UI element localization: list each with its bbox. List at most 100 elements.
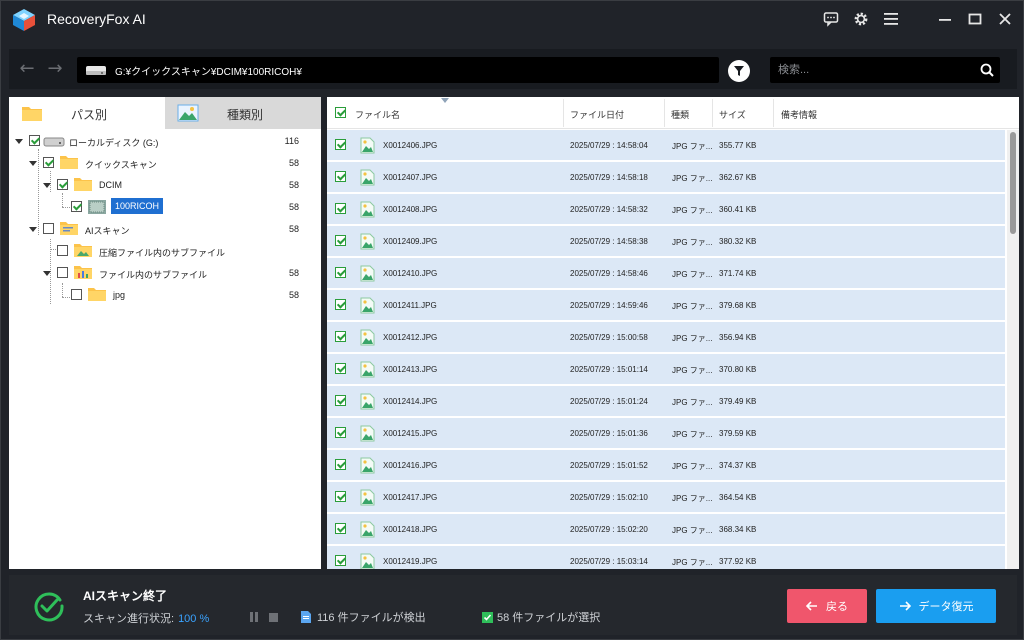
table-row[interactable]: X0012408.JPG 2025/07/29 : 14:58:32 JPG ファ.…: [327, 194, 1005, 225]
scan-complete-title: AIスキャン終了: [83, 589, 168, 603]
tree-checkbox[interactable]: [57, 267, 68, 278]
row-checkbox[interactable]: [335, 235, 346, 246]
tree-item-quick-scan[interactable]: クイックスキャン 58: [9, 153, 321, 173]
file-size: 362.67 KB: [719, 173, 757, 182]
file-size: 379.59 KB: [719, 429, 757, 438]
expand-arrow-icon[interactable]: [29, 227, 37, 232]
expand-arrow-icon[interactable]: [29, 161, 37, 166]
tree-checkbox[interactable]: [43, 223, 54, 234]
row-checkbox[interactable]: [335, 299, 346, 310]
tree-item-dcim[interactable]: DCIM 58: [9, 175, 321, 195]
row-checkbox[interactable]: [335, 203, 346, 214]
row-checkbox[interactable]: [335, 523, 346, 534]
tree-item-in-file-subfiles[interactable]: ファイル内のサブファイル 58: [9, 263, 321, 283]
row-checkbox[interactable]: [335, 427, 346, 438]
tab-by-path[interactable]: パス別: [9, 97, 165, 129]
file-date: 2025/07/29 : 14:59:46: [570, 301, 648, 310]
file-type: JPG ファ...: [672, 142, 713, 151]
tree-checkbox[interactable]: [57, 245, 68, 256]
tab-by-type[interactable]: 種類別: [165, 97, 321, 129]
table-row[interactable]: X0012413.JPG 2025/07/29 : 15:01:14 JPG ファ.…: [327, 354, 1005, 385]
filter-button[interactable]: [728, 60, 750, 82]
file-type: JPG ファ...: [672, 206, 713, 215]
title-bar: RecoveryFox AI: [1, 1, 1023, 39]
table-row[interactable]: X0012415.JPG 2025/07/29 : 15:01:36 JPG ファ.…: [327, 418, 1005, 449]
table-row[interactable]: X0012411.JPG 2025/07/29 : 14:59:46 JPG ファ.…: [327, 290, 1005, 321]
back-arrow-icon[interactable]: ←: [17, 59, 37, 79]
header-name[interactable]: ファイル名: [355, 108, 400, 121]
minimize-icon[interactable]: [935, 9, 955, 29]
row-checkbox[interactable]: [335, 395, 346, 406]
header-date[interactable]: ファイル日付: [570, 108, 624, 121]
search-button[interactable]: [974, 57, 1000, 83]
file-date: 2025/07/29 : 14:58:46: [570, 269, 648, 278]
feedback-icon[interactable]: [821, 9, 841, 29]
app-title: RecoveryFox AI: [47, 11, 146, 27]
tree-item-ai-scan[interactable]: AIスキャン 58: [9, 219, 321, 239]
tree-item-jpg[interactable]: jpg 58: [9, 285, 321, 305]
row-checkbox[interactable]: [335, 491, 346, 502]
path-bar[interactable]: G:¥クイックスキャン¥DCIM¥100RICOH¥: [77, 57, 719, 83]
folder-icon: [60, 222, 78, 235]
file-name: X0012412.JPG: [383, 333, 438, 342]
file-name: X0012410.JPG: [383, 269, 438, 278]
search-input[interactable]: [770, 57, 975, 83]
file-name: X0012406.JPG: [383, 141, 438, 150]
header-size[interactable]: サイズ: [719, 108, 746, 121]
menu-icon[interactable]: [881, 9, 901, 29]
expand-arrow-icon[interactable]: [15, 139, 23, 144]
header-note[interactable]: 備考情報: [781, 108, 817, 121]
folder-icon: [74, 266, 92, 279]
expand-arrow-icon[interactable]: [43, 271, 51, 276]
files-found: 116 件ファイルが検出: [301, 609, 426, 625]
table-row[interactable]: X0012409.JPG 2025/07/29 : 14:58:38 JPG ファ.…: [327, 226, 1005, 257]
check-circle-icon: [34, 592, 64, 622]
forward-arrow-icon[interactable]: →: [45, 59, 65, 79]
header-type[interactable]: 種類: [671, 108, 689, 121]
tree-item-100ricoh[interactable]: 100RICOH 58: [9, 197, 321, 217]
table-row[interactable]: X0012417.JPG 2025/07/29 : 15:02:10 JPG ファ.…: [327, 482, 1005, 513]
table-row[interactable]: X0012407.JPG 2025/07/29 : 14:58:18 JPG ファ.…: [327, 162, 1005, 193]
tree-checkbox[interactable]: [71, 289, 82, 300]
file-date: 2025/07/29 : 15:02:10: [570, 493, 648, 502]
table-row[interactable]: X0012406.JPG 2025/07/29 : 14:58:04 JPG ファ.…: [327, 130, 1005, 161]
table-row[interactable]: X0012418.JPG 2025/07/29 : 15:02:20 JPG ファ.…: [327, 514, 1005, 545]
tree-item-compressed-subfiles[interactable]: 圧縮ファイル内のサブファイル: [9, 241, 321, 261]
row-checkbox[interactable]: [335, 267, 346, 278]
table-row[interactable]: X0012416.JPG 2025/07/29 : 15:01:52 JPG ファ.…: [327, 450, 1005, 481]
stop-icon[interactable]: [269, 613, 278, 622]
table-row[interactable]: X0012419.JPG 2025/07/29 : 15:03:14 JPG ファ.…: [327, 546, 1005, 569]
tree-item-local-disk[interactable]: ローカルディスク (G:) 116: [9, 131, 321, 151]
row-checkbox[interactable]: [335, 363, 346, 374]
maximize-icon[interactable]: [965, 9, 985, 29]
files-selected: 58 件ファイルが選択: [482, 609, 600, 625]
row-checkbox[interactable]: [335, 331, 346, 342]
table-row[interactable]: X0012414.JPG 2025/07/29 : 15:01:24 JPG ファ.…: [327, 386, 1005, 417]
tree-checkbox[interactable]: [71, 201, 82, 212]
select-all-checkbox[interactable]: [335, 107, 346, 118]
file-name: X0012415.JPG: [383, 429, 438, 438]
folder-icon: [88, 288, 106, 301]
file-name: X0012409.JPG: [383, 237, 438, 246]
row-checkbox[interactable]: [335, 555, 346, 566]
row-checkbox[interactable]: [335, 139, 346, 150]
table-row[interactable]: X0012410.JPG 2025/07/29 : 14:58:46 JPG ファ.…: [327, 258, 1005, 289]
scrollbar-thumb[interactable]: [1010, 132, 1016, 234]
drive-icon: [86, 66, 106, 75]
file-date: 2025/07/29 : 15:01:24: [570, 397, 648, 406]
recover-button[interactable]: データ復元: [876, 589, 996, 623]
table-row[interactable]: X0012412.JPG 2025/07/29 : 15:00:58 JPG ファ.…: [327, 322, 1005, 353]
close-icon[interactable]: [995, 9, 1015, 29]
file-size: 380.32 KB: [719, 237, 757, 246]
row-checkbox[interactable]: [335, 459, 346, 470]
scrollbar[interactable]: [1007, 130, 1019, 569]
tree-checkbox[interactable]: [29, 135, 40, 146]
expand-arrow-icon[interactable]: [43, 183, 51, 188]
gear-icon[interactable]: [851, 9, 871, 29]
tree-checkbox[interactable]: [43, 157, 54, 168]
jpg-file-icon: [360, 233, 375, 250]
tree-checkbox[interactable]: [57, 179, 68, 190]
pause-icon[interactable]: [249, 612, 259, 622]
back-button[interactable]: 戻る: [787, 589, 867, 623]
row-checkbox[interactable]: [335, 171, 346, 182]
